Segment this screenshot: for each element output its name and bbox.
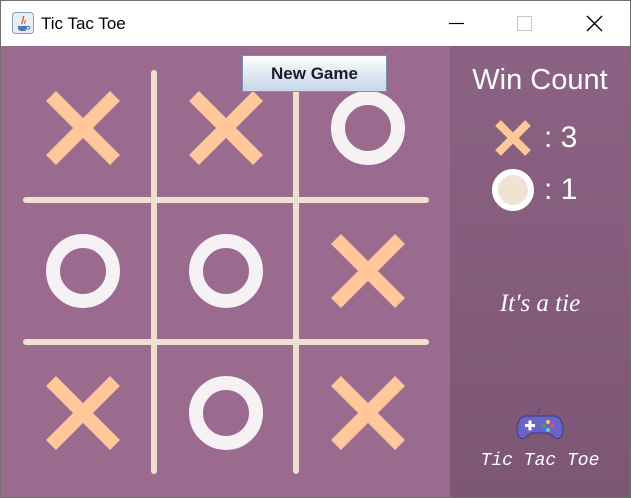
maximize-icon[interactable] — [501, 1, 547, 46]
board-cell-4[interactable] — [13, 201, 153, 341]
o-mark-icon — [331, 91, 405, 165]
o-mark-icon — [189, 234, 263, 308]
board-cell-7[interactable] — [13, 343, 153, 483]
board-cell-8[interactable] — [156, 343, 296, 483]
x-win-count: : 3 — [544, 121, 578, 154]
game-board — [1, 46, 450, 497]
board-cell-1[interactable] — [13, 58, 153, 198]
o-score-row: : 1 — [491, 168, 577, 212]
board-cell-6[interactable] — [298, 201, 438, 341]
game-window: Tic Tac Toe New Game Win Count : 3: 1 I… — [0, 0, 631, 498]
board-cell-5[interactable] — [156, 201, 296, 341]
new-game-button[interactable]: New Game — [242, 55, 387, 92]
footer-label: Tic Tac Toe — [480, 451, 600, 471]
minimize-icon[interactable] — [433, 1, 479, 46]
game-status: It's a tie — [499, 290, 581, 317]
score-panel: Win Count : 3 : 1 It's a tie Tic Tac Toe — [450, 46, 630, 497]
o-win-count: : 1 — [544, 173, 578, 206]
x-mark-icon — [189, 91, 263, 165]
o-mark-icon — [46, 234, 120, 308]
x-mark-icon — [495, 120, 531, 156]
x-mark-icon — [331, 234, 405, 308]
x-score-row: : 3 — [491, 116, 577, 160]
win-count-title: Win Count — [472, 64, 608, 96]
title-bar[interactable]: Tic Tac Toe — [1, 1, 630, 46]
o-mark-icon — [492, 169, 534, 211]
close-icon[interactable] — [571, 1, 617, 46]
o-mark-icon — [189, 376, 263, 450]
gamepad-icon — [516, 406, 564, 440]
board-cell-9[interactable] — [298, 343, 438, 483]
x-mark-icon — [46, 376, 120, 450]
java-app-icon — [12, 12, 34, 34]
x-mark-icon — [331, 376, 405, 450]
window-title: Tic Tac Toe — [41, 14, 126, 33]
x-mark-icon — [46, 91, 120, 165]
